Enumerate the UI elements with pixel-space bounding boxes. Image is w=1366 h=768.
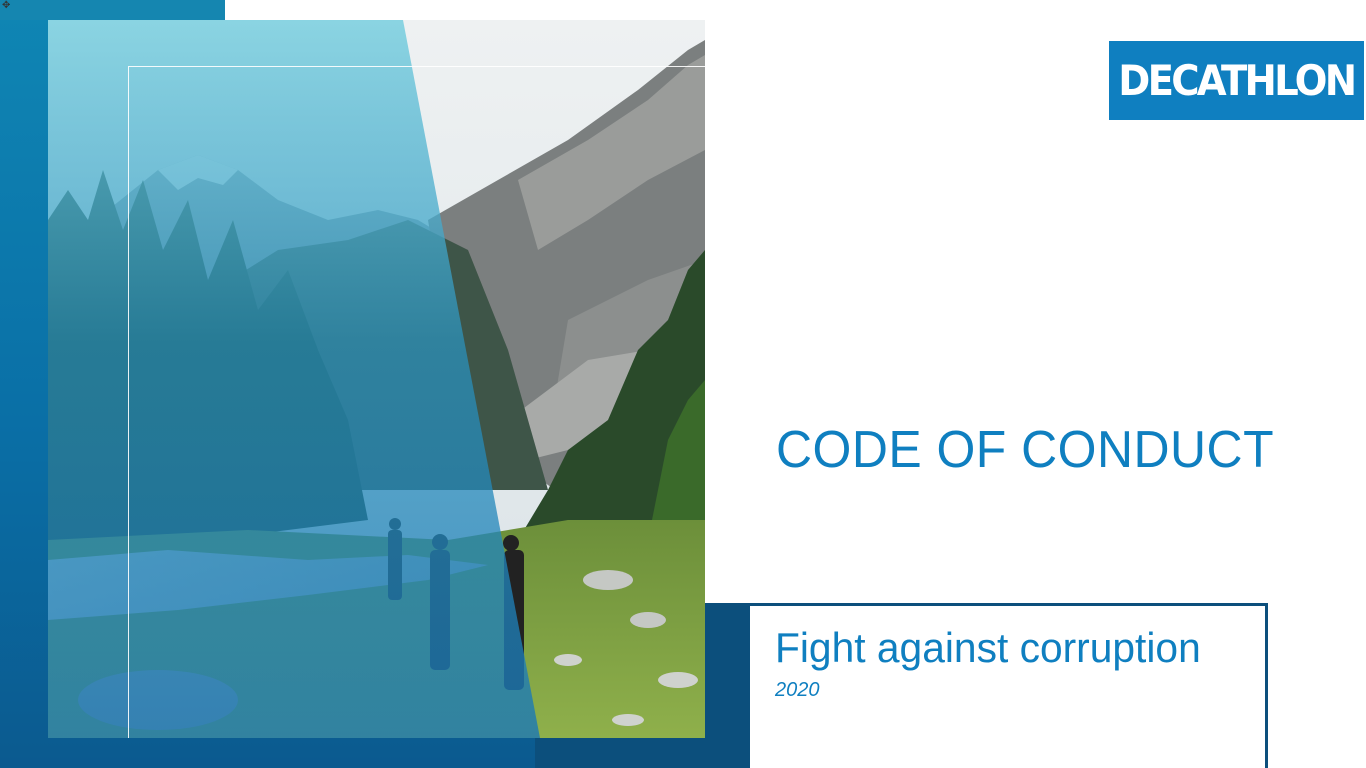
photo-inner-border [128,66,705,738]
mountain-valley-photo [48,20,705,738]
frame-bottom-dark-corner [705,603,748,768]
frame-right-notch [705,0,748,603]
decathlon-logo: DECATHLON [1109,41,1364,120]
mouse-cursor-icon: ✥ [2,0,11,11]
slide-title: CODE OF CONDUCT [776,421,1275,479]
slide-year: 2020 [775,679,820,701]
slide-subtitle: Fight against corruption [775,624,1201,671]
presentation-slide: DECATHLON CODE OF CONDUCT Fight against … [0,0,1366,768]
blue-frame-top-tab [0,0,225,20]
logo-text: DECATHLON [1118,56,1357,105]
frame-white-notch [225,0,748,20]
